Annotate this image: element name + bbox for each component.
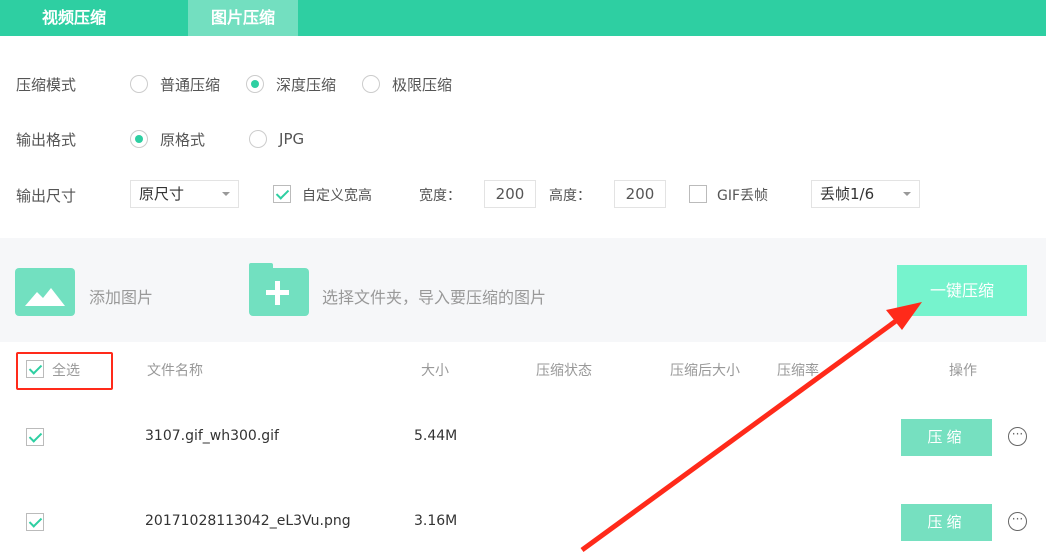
annotation-arrow [580,302,922,553]
